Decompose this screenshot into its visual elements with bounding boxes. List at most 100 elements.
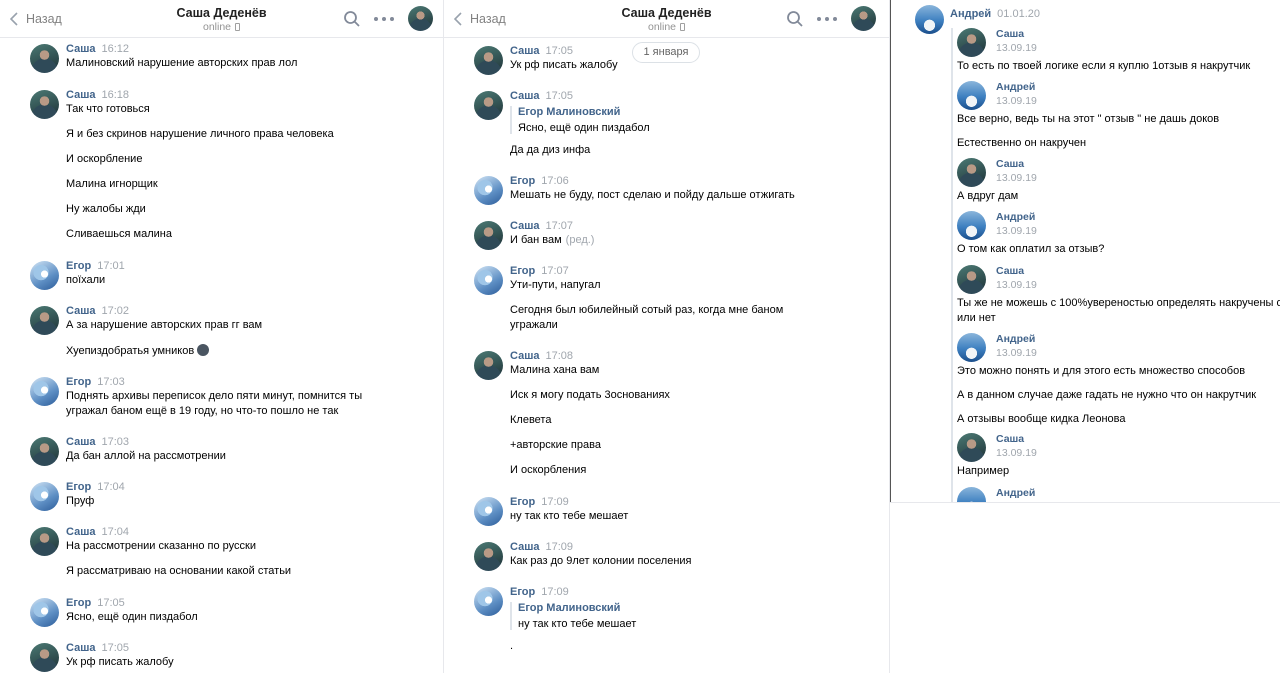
message-text-content: ну так кто тебе мешает	[510, 510, 629, 522]
avatar[interactable]	[957, 333, 986, 362]
avatar[interactable]	[30, 261, 59, 290]
sender-name[interactable]: Андрей	[996, 211, 1035, 223]
message-text-content: Мешать не буду, пост сделаю и пойду даль…	[510, 189, 795, 201]
sender-name[interactable]: Егор	[66, 260, 91, 272]
search-icon[interactable]	[786, 10, 804, 28]
message-text-content: Как раз до 9лет колонии поселения	[510, 555, 692, 567]
avatar[interactable]	[957, 265, 986, 294]
avatar[interactable]	[474, 351, 503, 380]
avatar[interactable]	[957, 211, 986, 240]
sender-name[interactable]: Саша	[996, 433, 1024, 445]
avatar[interactable]	[30, 598, 59, 627]
sender-name[interactable]: Егор	[510, 496, 535, 508]
more-icon[interactable]	[374, 10, 394, 28]
message-text: поїхали	[66, 274, 105, 286]
message-text: угражали	[510, 319, 558, 331]
avatar[interactable]	[30, 377, 59, 406]
sender-name[interactable]: Саша	[996, 28, 1024, 40]
avatar[interactable]	[474, 497, 503, 526]
sender-name[interactable]: Саша	[66, 89, 95, 101]
message-meta: Егор 17:06	[510, 175, 569, 187]
message-time: 17:09	[545, 541, 574, 553]
message-text: Сливаешься малина	[66, 228, 172, 240]
message-text-content: Малина игнорщик	[66, 178, 158, 190]
sender-name[interactable]: Саша	[510, 541, 539, 553]
sender-name[interactable]: Андрей	[996, 333, 1035, 345]
author-name[interactable]: Андрей	[950, 8, 991, 20]
avatar[interactable]	[408, 6, 433, 31]
sender-name[interactable]: Саша	[66, 642, 95, 654]
sender-name[interactable]: Саша	[66, 305, 95, 317]
avatar[interactable]	[474, 91, 503, 120]
avatar[interactable]	[957, 81, 986, 110]
message-text-content: Поднять архивы переписок дело пяти минут…	[66, 390, 363, 402]
message-time: 17:06	[541, 175, 569, 187]
avatar[interactable]	[957, 433, 986, 462]
avatar[interactable]	[474, 221, 503, 250]
quoted-message[interactable]: Егор Малиновский ну так кто тебе мешает	[510, 602, 636, 630]
avatar[interactable]	[474, 587, 503, 616]
avatar[interactable]	[30, 44, 59, 73]
search-icon[interactable]	[343, 10, 361, 28]
sender-name[interactable]: Андрей	[996, 81, 1035, 93]
message-text-content: Да да диз инфа	[510, 144, 591, 156]
message-text: Клевета	[510, 414, 551, 426]
avatar[interactable]	[474, 542, 503, 571]
sender-name[interactable]: Саша	[996, 265, 1024, 277]
avatar[interactable]	[474, 46, 503, 75]
quoted-sender[interactable]: Егор Малиновский	[518, 106, 650, 118]
quoted-sender[interactable]: Егор Малиновский	[518, 602, 636, 614]
message-text: Например	[957, 465, 1010, 477]
sender-name[interactable]: Саша	[510, 45, 539, 57]
forward-line	[951, 28, 953, 502]
sender-name[interactable]: Саша	[66, 436, 95, 448]
sender-name[interactable]: Егор	[510, 586, 535, 598]
avatar[interactable]	[957, 487, 986, 502]
avatar[interactable]	[30, 90, 59, 119]
sender-name[interactable]: Егор	[66, 597, 91, 609]
quoted-message[interactable]: Егор Малиновский Ясно, ещё один пиздабол	[510, 106, 650, 134]
more-icon[interactable]	[817, 10, 837, 28]
avatar[interactable]	[851, 6, 876, 31]
avatar[interactable]	[474, 266, 503, 295]
date-pill[interactable]: 1 января	[632, 42, 700, 63]
sender-name[interactable]: Егор	[510, 265, 535, 277]
sender-name[interactable]: Саша	[510, 220, 539, 232]
sender-name[interactable]: Саша	[66, 526, 95, 538]
avatar[interactable]	[957, 28, 986, 57]
forwarded-pane: Андрей 01.01.20 Саша 13.09.19 То есть по тв…	[891, 0, 1280, 502]
message-time: 17:04	[101, 526, 130, 538]
message-text: Ты же не можешь с 100%увереностью опреде…	[957, 297, 1280, 309]
message-time: 17:01	[97, 260, 125, 272]
message-text-content: И оскорбление	[66, 153, 143, 165]
avatar[interactable]	[474, 176, 503, 205]
avatar[interactable]	[30, 437, 59, 466]
message-meta: Саша 17:05	[510, 45, 573, 57]
sender-name[interactable]: Егор	[66, 481, 91, 493]
message-date: 13.09.19	[996, 95, 1037, 107]
avatar[interactable]	[30, 306, 59, 335]
message-meta: Саша 17:07	[510, 220, 573, 232]
message-text: А вдруг дам	[957, 190, 1019, 202]
avatar[interactable]	[957, 158, 986, 187]
message-meta: Егор 17:03	[66, 376, 125, 388]
avatar[interactable]	[915, 5, 944, 34]
sender-name[interactable]: Саша	[510, 350, 539, 362]
sender-name[interactable]: Андрей	[996, 487, 1035, 499]
message-text-content: Ну жалобы жди	[66, 203, 146, 215]
message-text-content: угражали	[510, 319, 558, 331]
avatar[interactable]	[30, 643, 59, 672]
sender-name[interactable]: Егор	[66, 376, 91, 388]
message-text: На рассмотрении сказанно по русски	[66, 540, 256, 552]
message-text-content: поїхали	[66, 274, 106, 286]
sender-name[interactable]: Егор	[510, 175, 535, 187]
message-text: Все верно, ведь ты на этот " отзыв " не …	[957, 113, 1220, 125]
avatar[interactable]	[30, 527, 59, 556]
sender-name[interactable]: Саша	[66, 43, 95, 55]
message-text: И оскорбления	[510, 464, 586, 476]
sender-name[interactable]: Саша	[996, 158, 1024, 170]
message-text-content: Клевета	[510, 414, 552, 426]
message-text-content: Я рассматриваю на основании какой статьи	[66, 565, 292, 577]
avatar[interactable]	[30, 482, 59, 511]
sender-name[interactable]: Саша	[510, 90, 539, 102]
